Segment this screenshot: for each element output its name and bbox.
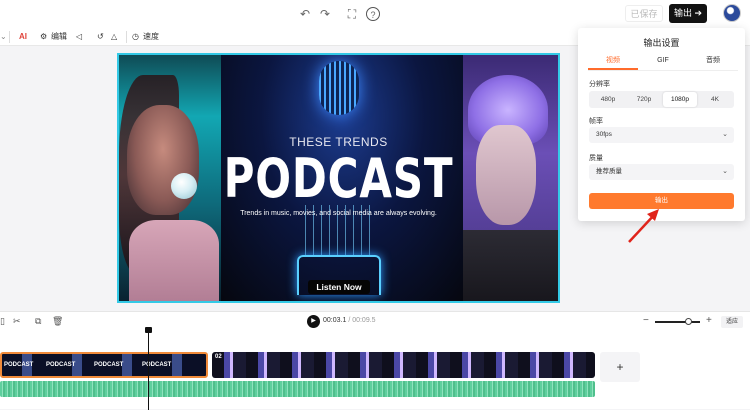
framerate-label: 帧率	[589, 118, 603, 125]
play-button[interactable]: ▶	[307, 315, 320, 328]
resolution-720p[interactable]: 720p	[627, 92, 661, 107]
resolution-selector: 480p 720p 1080p 4K	[589, 91, 734, 108]
volume-icon[interactable]: ◁	[76, 30, 82, 44]
playhead[interactable]	[148, 331, 149, 410]
clip-caption: PODCAST	[4, 362, 34, 368]
undo-icon[interactable]: ↶	[298, 7, 312, 21]
help-icon[interactable]: ?	[366, 7, 380, 21]
quality-label: 质量	[589, 155, 603, 162]
zoom-out-icon[interactable]: −	[643, 315, 649, 326]
resolution-4k[interactable]: 4K	[698, 92, 732, 107]
trash-icon[interactable]: 🗑	[52, 316, 63, 327]
video-description: Trends in music, movies, and social medi…	[240, 210, 437, 217]
microphone-graphic	[319, 61, 359, 115]
fit-screen-icon[interactable]: ⛶	[345, 7, 359, 21]
triangle-icon[interactable]: △	[111, 30, 117, 44]
annotation-arrow-icon	[628, 209, 659, 243]
total-time: / 00:09.5	[348, 317, 376, 324]
time-display: 00:03.1 / 00:09.5	[323, 317, 376, 324]
fit-timeline-button[interactable]: 适应	[721, 316, 743, 328]
edit-button[interactable]: 编辑	[51, 30, 67, 44]
add-clip-button[interactable]: +	[600, 352, 640, 382]
resolution-480p[interactable]: 480p	[591, 92, 625, 107]
audio-track[interactable]	[0, 381, 595, 397]
tab-video[interactable]: 视频	[588, 55, 638, 70]
split-icon[interactable]: ▯	[0, 316, 5, 327]
quality-select[interactable]: 推荐质量 ⌄	[589, 164, 734, 180]
zoom-slider[interactable]	[655, 321, 700, 323]
adjust-icon[interactable]: ⚙	[40, 30, 47, 44]
zoom-in-icon[interactable]: +	[706, 315, 712, 326]
toolbar-divider	[9, 31, 10, 43]
video-title: PODCAST	[223, 147, 454, 210]
listen-now-button: Listen Now	[308, 280, 370, 294]
right-portrait-shirt	[463, 230, 558, 301]
avatar[interactable]	[723, 4, 741, 22]
video-preview[interactable]: THESE TRENDS PODCAST Trends in music, mo…	[117, 53, 560, 303]
tab-gif[interactable]: GIF	[638, 55, 688, 70]
current-time: 00:03.1	[323, 317, 347, 324]
saved-status-button[interactable]: 已保存	[625, 5, 663, 22]
clip-caption: PODCAST	[94, 362, 124, 368]
chevron-down-icon[interactable]: ⌄	[0, 30, 7, 44]
scissors-icon[interactable]: ✂	[13, 316, 21, 327]
tab-audio[interactable]: 音频	[688, 55, 738, 70]
resolution-label: 分辨率	[589, 81, 610, 88]
timeline-panel: ▯ ✂ ⧉ 🗑 ▶ 00:03.1 / 00:09.5 − + 适应 PODCA…	[0, 311, 750, 410]
zoom-slider-handle[interactable]	[685, 318, 692, 325]
clip-caption: PODCAST	[46, 362, 76, 368]
top-bar: ↶ ↷ ⛶ ? 已保存 输出 ➔	[0, 0, 750, 28]
chevron-down-icon: ⌄	[722, 168, 728, 175]
panel-title: 输出设置	[643, 38, 680, 48]
export-button[interactable]: 输出 ➔	[669, 4, 707, 23]
clip-caption: PODCAST	[142, 362, 172, 368]
framerate-select[interactable]: 30fps ⌄	[589, 127, 734, 143]
clip-number: 02	[215, 354, 222, 360]
speed-icon[interactable]: ◷	[132, 30, 139, 44]
redo-icon[interactable]: ↷	[318, 7, 332, 21]
export-tabs: 视频 GIF 音频	[588, 55, 738, 71]
framerate-value: 30fps	[596, 131, 612, 138]
left-portrait-shirt	[129, 220, 219, 301]
export-settings-panel: 输出设置 视频 GIF 音频 分辨率 480p 720p 1080p 4K 帧率…	[578, 28, 745, 221]
resolution-1080p[interactable]: 1080p	[663, 92, 697, 107]
rotate-icon[interactable]: ↺	[97, 30, 104, 44]
chevron-down-icon: ⌄	[722, 131, 728, 138]
video-clip-1[interactable]: PODCAST PODCAST PODCAST PODCAST	[0, 352, 208, 378]
quality-value: 推荐质量	[596, 168, 622, 175]
duplicate-icon[interactable]: ⧉	[35, 316, 41, 327]
ai-text-button[interactable]: AI	[19, 30, 27, 44]
toolbar-divider	[126, 31, 127, 43]
speed-button[interactable]: 速度	[143, 30, 159, 44]
video-clip-2[interactable]: 02	[212, 352, 595, 378]
